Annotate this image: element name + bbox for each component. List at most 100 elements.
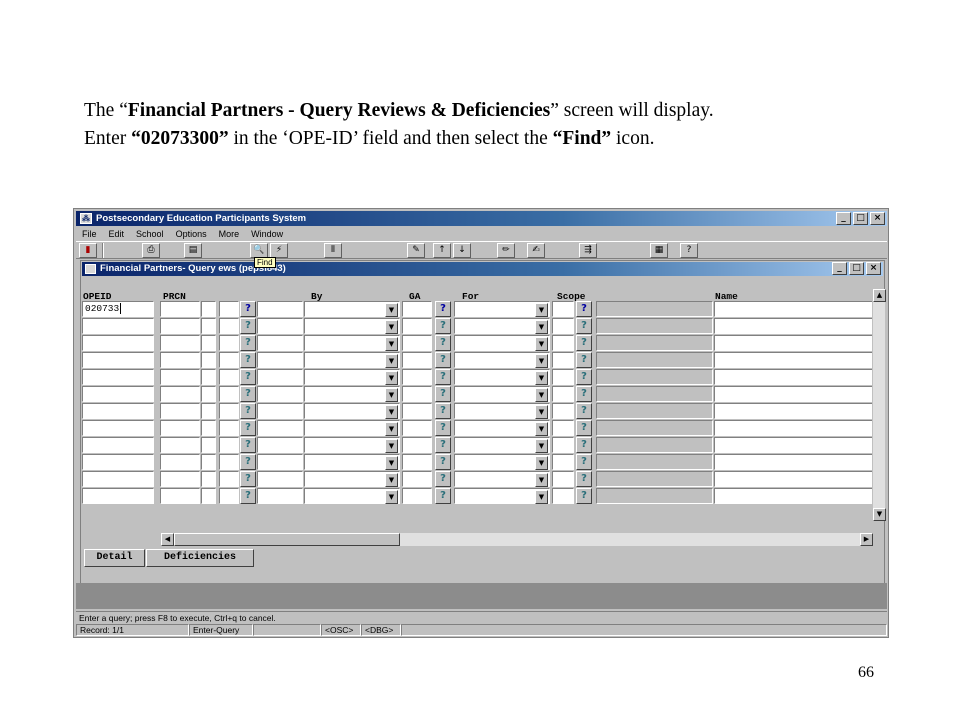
question-mark-icon[interactable]: ? bbox=[435, 488, 451, 504]
scope-field[interactable] bbox=[552, 403, 574, 419]
prcn-suffix-field[interactable] bbox=[201, 488, 216, 504]
scroll-down-icon[interactable]: ▼ bbox=[873, 508, 886, 521]
question-mark-icon[interactable]: ? bbox=[240, 369, 256, 385]
opeid-field[interactable] bbox=[82, 352, 154, 368]
chevron-down-icon[interactable]: ▼ bbox=[385, 354, 398, 368]
chevron-down-icon[interactable]: ▼ bbox=[535, 439, 548, 453]
prcn-suffix-field[interactable] bbox=[201, 386, 216, 402]
chevron-down-icon[interactable]: ▼ bbox=[385, 490, 398, 504]
question-mark-icon[interactable]: ? bbox=[240, 403, 256, 419]
name-field[interactable] bbox=[714, 369, 874, 385]
save-icon[interactable]: ▤ bbox=[184, 243, 202, 258]
for-dropdown[interactable]: ▼ bbox=[454, 471, 550, 487]
question-mark-icon[interactable]: ? bbox=[435, 471, 451, 487]
code-field[interactable] bbox=[219, 471, 239, 487]
chevron-down-icon[interactable]: ▼ bbox=[385, 405, 398, 419]
question-mark-icon[interactable]: ? bbox=[435, 437, 451, 453]
question-mark-icon[interactable]: ? bbox=[576, 335, 592, 351]
ga-field[interactable] bbox=[402, 335, 432, 351]
question-mark-icon[interactable]: ? bbox=[435, 403, 451, 419]
columns-icon[interactable]: ⦀ bbox=[324, 243, 342, 258]
question-mark-icon[interactable]: ? bbox=[435, 318, 451, 334]
prcn-field[interactable] bbox=[160, 369, 200, 385]
scope-field[interactable] bbox=[552, 335, 574, 351]
question-mark-icon[interactable]: ? bbox=[576, 403, 592, 419]
opeid-field[interactable] bbox=[82, 420, 154, 436]
scroll-left-icon[interactable]: ◀ bbox=[161, 533, 174, 546]
name-field[interactable] bbox=[714, 437, 874, 453]
by-id-field[interactable] bbox=[257, 369, 303, 385]
prcn-field[interactable] bbox=[160, 454, 200, 470]
by-dropdown[interactable]: ▼ bbox=[304, 488, 400, 504]
by-dropdown[interactable]: ▼ bbox=[304, 301, 400, 317]
down-arrow-icon[interactable]: ↓ bbox=[453, 243, 471, 258]
for-dropdown[interactable]: ▼ bbox=[454, 301, 550, 317]
scope-field[interactable] bbox=[552, 454, 574, 470]
horizontal-scrollbar[interactable]: ◀ ▶ bbox=[161, 533, 873, 546]
menu-options[interactable]: Options bbox=[170, 227, 213, 241]
question-mark-icon[interactable]: ? bbox=[240, 437, 256, 453]
chevron-down-icon[interactable]: ▼ bbox=[385, 439, 398, 453]
for-dropdown[interactable]: ▼ bbox=[454, 403, 550, 419]
chevron-down-icon[interactable]: ▼ bbox=[385, 337, 398, 351]
opeid-field[interactable] bbox=[82, 335, 154, 351]
chevron-down-icon[interactable]: ▼ bbox=[535, 337, 548, 351]
ga-field[interactable] bbox=[402, 454, 432, 470]
by-dropdown[interactable]: ▼ bbox=[304, 437, 400, 453]
for-dropdown[interactable]: ▼ bbox=[454, 420, 550, 436]
prcn-suffix-field[interactable] bbox=[201, 403, 216, 419]
by-id-field[interactable] bbox=[257, 335, 303, 351]
prcn-suffix-field[interactable] bbox=[201, 352, 216, 368]
scope-field[interactable] bbox=[552, 437, 574, 453]
for-dropdown[interactable]: ▼ bbox=[454, 335, 550, 351]
name-field[interactable] bbox=[714, 335, 874, 351]
by-dropdown[interactable]: ▼ bbox=[304, 318, 400, 334]
for-dropdown[interactable]: ▼ bbox=[454, 488, 550, 504]
name-field[interactable] bbox=[714, 471, 874, 487]
close-button[interactable]: × bbox=[866, 262, 881, 275]
by-dropdown[interactable]: ▼ bbox=[304, 403, 400, 419]
ga-field[interactable] bbox=[402, 471, 432, 487]
by-id-field[interactable] bbox=[257, 454, 303, 470]
prcn-suffix-field[interactable] bbox=[201, 454, 216, 470]
prcn-suffix-field[interactable] bbox=[201, 369, 216, 385]
chevron-down-icon[interactable]: ▼ bbox=[535, 490, 548, 504]
code-field[interactable] bbox=[219, 488, 239, 504]
by-id-field[interactable] bbox=[257, 386, 303, 402]
chevron-down-icon[interactable]: ▼ bbox=[535, 422, 548, 436]
name-field[interactable] bbox=[714, 403, 874, 419]
prcn-field[interactable] bbox=[160, 471, 200, 487]
prcn-field[interactable] bbox=[160, 437, 200, 453]
ga-field[interactable] bbox=[402, 318, 432, 334]
chevron-down-icon[interactable]: ▼ bbox=[535, 456, 548, 470]
scope-field[interactable] bbox=[552, 318, 574, 334]
prcn-field[interactable] bbox=[160, 301, 200, 317]
name-field[interactable] bbox=[714, 386, 874, 402]
chevron-down-icon[interactable]: ▼ bbox=[385, 371, 398, 385]
for-dropdown[interactable]: ▼ bbox=[454, 437, 550, 453]
chevron-down-icon[interactable]: ▼ bbox=[535, 473, 548, 487]
code-field[interactable] bbox=[219, 437, 239, 453]
for-dropdown[interactable]: ▼ bbox=[454, 369, 550, 385]
by-id-field[interactable] bbox=[257, 318, 303, 334]
prcn-field[interactable] bbox=[160, 403, 200, 419]
question-mark-icon[interactable]: ? bbox=[240, 471, 256, 487]
name-field[interactable] bbox=[714, 318, 874, 334]
question-mark-icon[interactable]: ? bbox=[435, 352, 451, 368]
prcn-field[interactable] bbox=[160, 488, 200, 504]
vertical-scrollbar[interactable]: ▲ ▼ bbox=[872, 289, 886, 521]
print-icon[interactable]: ⎙ bbox=[142, 243, 160, 258]
question-mark-icon[interactable]: ? bbox=[576, 420, 592, 436]
ga-field[interactable] bbox=[402, 420, 432, 436]
question-mark-icon[interactable]: ? bbox=[576, 386, 592, 402]
chevron-down-icon[interactable]: ▼ bbox=[385, 473, 398, 487]
menu-more[interactable]: More bbox=[213, 227, 246, 241]
prcn-suffix-field[interactable] bbox=[201, 471, 216, 487]
prcn-field[interactable] bbox=[160, 335, 200, 351]
scope-field[interactable] bbox=[552, 301, 574, 317]
prcn-field[interactable] bbox=[160, 420, 200, 436]
question-mark-icon[interactable]: ? bbox=[576, 471, 592, 487]
prcn-suffix-field[interactable] bbox=[201, 335, 216, 351]
by-id-field[interactable] bbox=[257, 420, 303, 436]
maximize-button[interactable]: □ bbox=[849, 262, 864, 275]
